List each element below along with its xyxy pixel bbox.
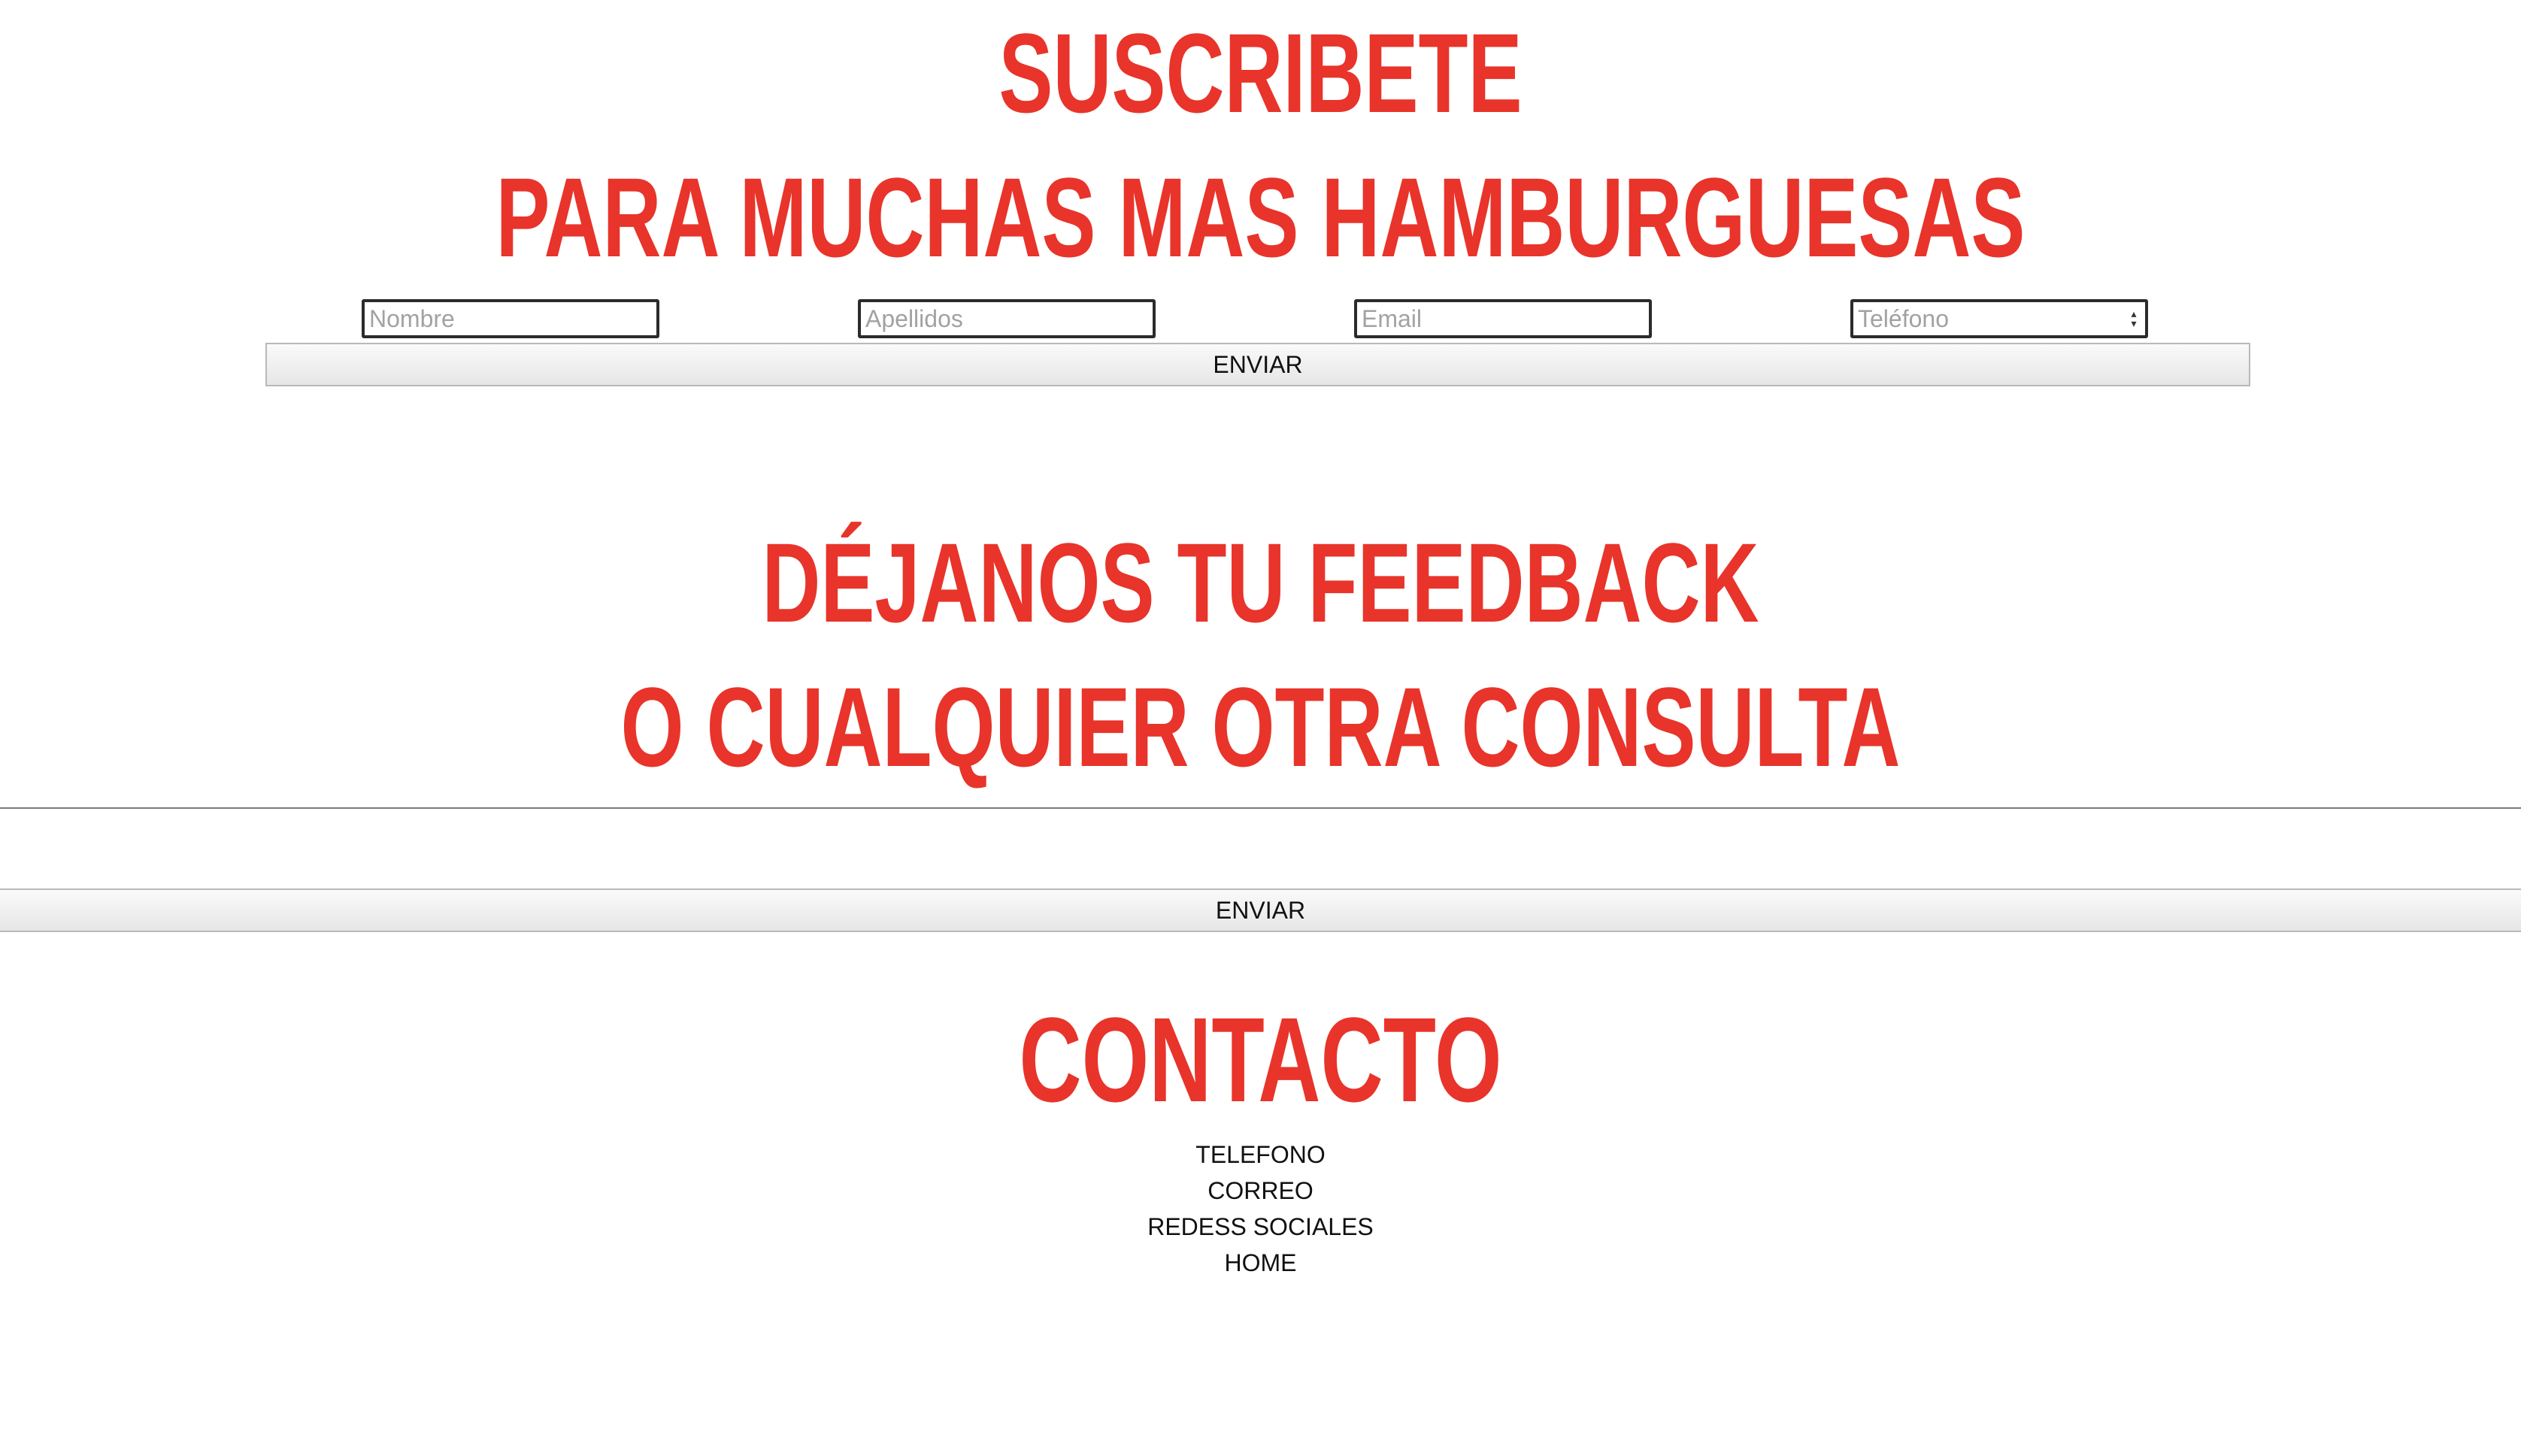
subscribe-title-line1: SUSCRIBETE <box>998 10 1523 136</box>
home-link[interactable]: HOME <box>1225 1249 1297 1276</box>
contact-title: CONTACTO <box>1019 992 1502 1127</box>
contact-item-redes: REDESS SOCIALES <box>0 1209 2521 1245</box>
email-input[interactable] <box>1354 299 1652 338</box>
feedback-textarea[interactable] <box>0 807 2521 888</box>
telefono-link[interactable]: TELEFONO <box>1195 1141 1325 1168</box>
subscribe-submit-button[interactable]: ENVIAR <box>265 343 2250 386</box>
nombre-input[interactable] <box>362 299 659 338</box>
subscribe-title-line2: PARA MUCHAS MAS HAMBURGUESAS <box>495 154 2026 280</box>
redes-sociales-link[interactable]: REDESS SOCIALES <box>1147 1213 1374 1240</box>
apellidos-input[interactable] <box>858 299 1156 338</box>
contact-item-telefono: TELEFONO <box>0 1137 2521 1173</box>
telefono-input[interactable] <box>1850 299 2148 338</box>
feedback-title-line2: O CUALQUIER OTRA CONSULTA <box>620 664 1901 790</box>
contact-item-correo: CORREO <box>0 1173 2521 1209</box>
feedback-submit-button[interactable]: ENVIAR <box>0 888 2521 932</box>
correo-link[interactable]: CORREO <box>1207 1177 1313 1204</box>
feedback-title-line1: DÉJANOS TU FEEDBACK <box>762 519 1759 646</box>
contact-links: TELEFONO CORREO REDESS SOCIALES HOME <box>0 1137 2521 1281</box>
contact-item-home: HOME <box>0 1245 2521 1281</box>
